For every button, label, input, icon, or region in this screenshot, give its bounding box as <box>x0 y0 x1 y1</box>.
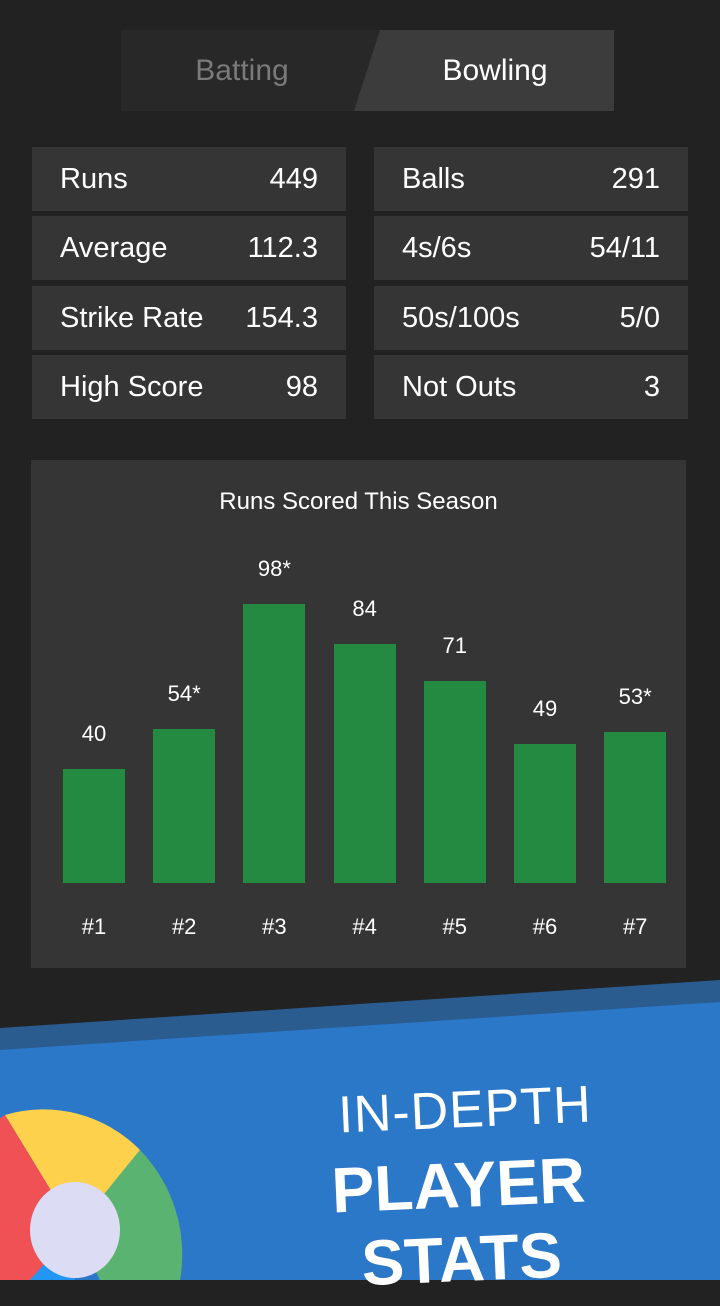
banner-line2: PLAYER STATS <box>330 1143 587 1300</box>
x-tick-label: #4 <box>352 914 377 939</box>
bar-value-label: 71 <box>442 632 468 658</box>
stat-balls: Balls 291 <box>374 147 688 211</box>
stat-label: High Score <box>60 371 204 403</box>
batting-bowling-tabs: Batting Bowling <box>121 30 614 111</box>
stat-runs: Runs 449 <box>32 147 346 211</box>
bar-3 <box>243 604 306 883</box>
stat-value: 154.3 <box>245 302 318 334</box>
stat-label: Average <box>60 232 168 264</box>
stat-value: 98 <box>285 371 318 403</box>
bar-7 <box>604 732 667 883</box>
stat-4s-6s: 4s/6s 54/11 <box>374 216 688 280</box>
x-tick-label: #1 <box>81 914 107 939</box>
pie-logo-icon <box>0 1109 183 1280</box>
stat-high-score: High Score 98 <box>32 355 346 419</box>
stat-value: 54/11 <box>589 232 660 264</box>
x-tick-label: #7 <box>622 914 648 939</box>
stat-value: 3 <box>643 371 660 403</box>
stat-value: 5/0 <box>619 302 660 334</box>
bar-value-label: 49 <box>532 695 558 721</box>
bar-2 <box>153 729 216 883</box>
bar-value-label: 54* <box>167 681 201 707</box>
stat-not-outs: Not Outs 3 <box>374 355 688 419</box>
stat-50s-100s: 50s/100s 5/0 <box>374 286 688 350</box>
stat-value: 112.3 <box>247 232 318 264</box>
x-tick-label: #5 <box>442 914 468 939</box>
stat-strike-rate: Strike Rate 154.3 <box>32 286 346 350</box>
tab-bowling-label: Bowling <box>442 54 548 87</box>
bar-6 <box>514 743 576 883</box>
banner-line1: IN-DEPTH <box>337 1075 593 1145</box>
stat-label: 4s/6s <box>402 232 472 264</box>
stat-label: Not Outs <box>402 371 517 403</box>
stat-value: 449 <box>269 163 318 195</box>
stat-label: Balls <box>402 163 465 195</box>
stat-label: 50s/100s <box>402 302 520 334</box>
bar-value-label: 84 <box>352 595 377 621</box>
tab-batting-label: Batting <box>195 54 289 87</box>
tab-batting[interactable]: Batting <box>121 30 381 111</box>
stat-label: Strike Rate <box>60 302 204 334</box>
bar-5 <box>423 680 486 883</box>
x-tick-label: #3 <box>262 914 287 939</box>
runs-chart: Runs Scored This Season 40 #1 54* #2 98* #3 84… <box>31 460 686 968</box>
bar-value-label: 40 <box>81 721 107 747</box>
tab-bowling[interactable]: Bowling <box>354 30 614 111</box>
stat-average: Average 112.3 <box>32 216 346 280</box>
x-tick-label: #2 <box>171 914 197 939</box>
bar-1 <box>63 769 125 883</box>
stat-label: Runs <box>60 163 128 195</box>
stat-value: 291 <box>611 163 660 195</box>
bar-4 <box>333 643 396 883</box>
chart-title: Runs Scored This Season <box>219 488 498 515</box>
bar-value-label: 98* <box>257 556 291 581</box>
x-tick-label: #6 <box>532 914 558 939</box>
bar-value-label: 53* <box>618 684 652 710</box>
